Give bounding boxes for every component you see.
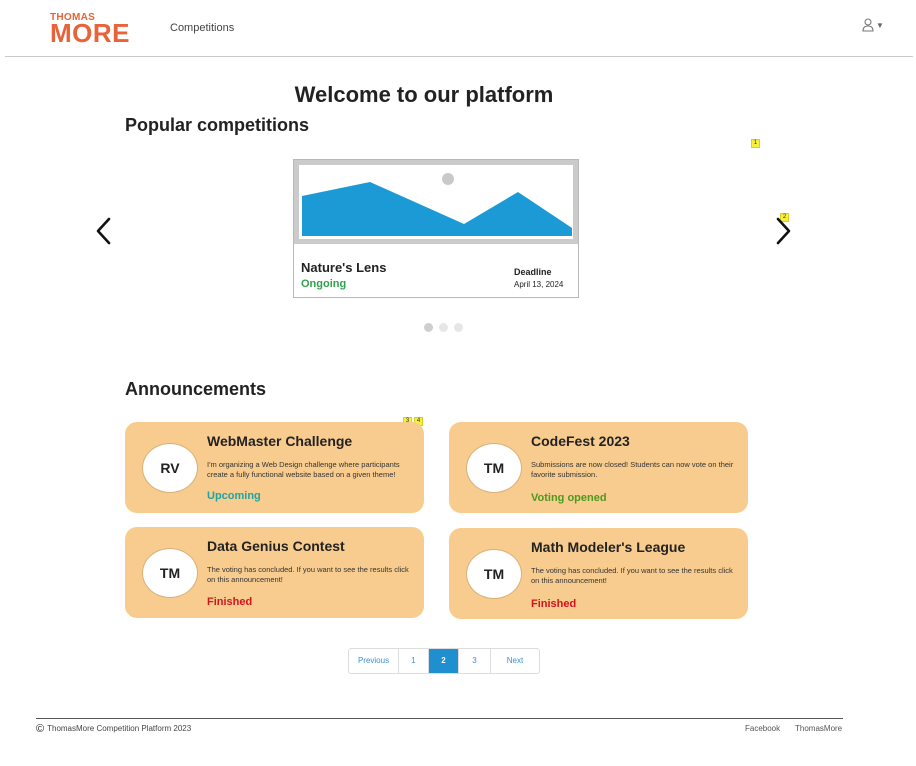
competition-status: Ongoing <box>301 278 347 290</box>
pagination-page-2[interactable]: 2 <box>429 649 459 673</box>
deadline-label: Deadline <box>514 267 552 277</box>
announcement-status: Finished <box>531 598 577 610</box>
avatar: TM <box>142 548 198 598</box>
chevron-down-icon: ▼ <box>876 21 884 30</box>
deadline-date: April 13, 2024 <box>514 280 564 289</box>
announcement-description: The voting has concluded. If you want to… <box>207 565 409 584</box>
chevron-right-icon <box>776 217 791 245</box>
avatar: TM <box>466 443 522 493</box>
pagination-page-1[interactable]: 1 <box>399 649 429 673</box>
pagination-previous[interactable]: Previous <box>349 649 399 673</box>
announcement-title: Data Genius Contest <box>207 538 345 554</box>
announcement-card[interactable]: RV WebMaster Challenge I'm organizing a … <box>125 422 424 513</box>
carousel-indicator-3[interactable] <box>454 323 463 332</box>
announcement-status: Finished <box>207 596 253 608</box>
copyright-text: ThomasMore Competition Platform 2023 <box>47 724 192 733</box>
carousel-indicator-2[interactable] <box>439 323 448 332</box>
pagination: Previous 1 2 3 Next <box>348 648 540 674</box>
announcement-description: Submissions are now closed! Students can… <box>531 460 734 479</box>
page-title: Welcome to our platform <box>294 82 554 107</box>
footer-divider <box>36 718 843 719</box>
competition-name: Nature's Lens <box>301 260 387 275</box>
debug-marker: 1 <box>751 139 760 148</box>
thomas-more-logo[interactable]: THOMAS MORE <box>50 12 142 48</box>
carousel-next-button[interactable] <box>771 214 795 248</box>
logo-bottom-text: MORE <box>50 18 130 48</box>
avatar: TM <box>466 549 522 599</box>
popular-competitions-heading: Popular competitions <box>125 115 310 135</box>
competition-card[interactable]: Nature's Lens Ongoing Deadline April 13,… <box>293 159 579 298</box>
avatar: RV <box>142 443 198 493</box>
chevron-left-icon <box>96 217 111 245</box>
pagination-page-3[interactable]: 3 <box>459 649 491 673</box>
announcement-status: Voting opened <box>531 492 607 504</box>
copyright-icon: © <box>36 723 45 735</box>
footer-link-facebook[interactable]: Facebook <box>745 724 780 733</box>
nav-competitions-link[interactable]: Competitions <box>170 22 234 34</box>
announcement-title: WebMaster Challenge <box>207 433 353 449</box>
announcement-status: Upcoming <box>207 490 261 502</box>
carousel-indicators <box>424 323 466 333</box>
top-navbar: THOMAS MORE Competitions ▼ <box>5 0 913 57</box>
carousel-indicator-1[interactable] <box>424 323 433 332</box>
announcement-card[interactable]: TM Data Genius Contest The voting has co… <box>125 527 424 618</box>
announcements-heading: Announcements <box>125 379 267 399</box>
announcement-description: The voting has concluded. If you want to… <box>531 566 733 585</box>
user-icon <box>862 18 874 32</box>
announcement-card[interactable]: TM CodeFest 2023 Submissions are now clo… <box>449 422 748 513</box>
user-menu-toggle[interactable]: ▼ <box>862 18 884 34</box>
footer-link-thomasmore[interactable]: ThomasMore <box>795 724 842 733</box>
announcement-card[interactable]: TM Math Modeler's League The voting has … <box>449 528 748 619</box>
announcement-title: CodeFest 2023 <box>531 433 630 449</box>
footer-copyright: © ThomasMore Competition Platform 2023 <box>36 723 191 735</box>
pagination-next[interactable]: Next <box>491 649 539 673</box>
announcement-description: I'm organizing a Web Design challenge wh… <box>207 460 400 479</box>
landscape-placeholder-icon <box>294 160 578 244</box>
carousel-prev-button[interactable] <box>92 214 116 248</box>
announcement-title: Math Modeler's League <box>531 539 686 555</box>
